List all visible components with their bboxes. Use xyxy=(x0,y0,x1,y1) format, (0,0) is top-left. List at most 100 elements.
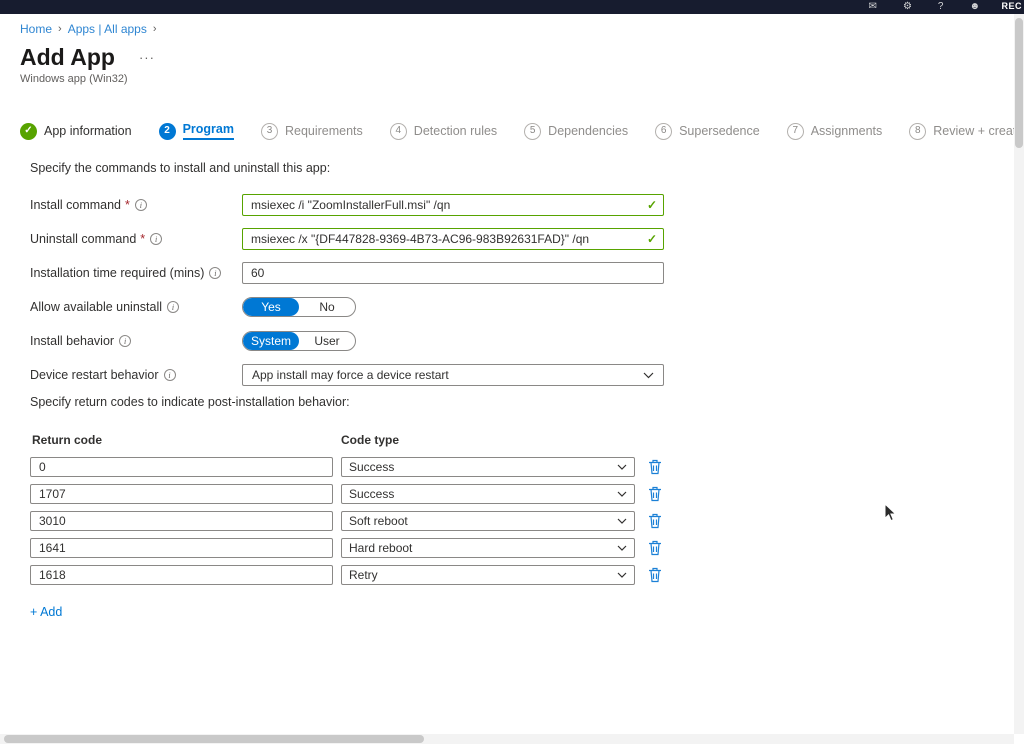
return-code-input[interactable] xyxy=(30,484,333,504)
trash-icon xyxy=(648,567,662,583)
trash-icon xyxy=(648,486,662,502)
chevron-down-icon xyxy=(617,572,627,578)
vertical-scrollbar[interactable] xyxy=(1014,14,1024,734)
breadcrumb-separator: › xyxy=(153,23,157,35)
return-code-input[interactable] xyxy=(30,538,333,558)
info-icon[interactable]: i xyxy=(119,335,131,347)
uninstall-command-label: Uninstall command * i xyxy=(30,232,242,246)
info-icon[interactable]: i xyxy=(135,199,147,211)
info-icon[interactable]: i xyxy=(209,267,221,279)
restart-behavior-label: Device restart behavior i xyxy=(30,368,242,382)
return-code-input[interactable] xyxy=(30,457,333,477)
field-label-text: Allow available uninstall xyxy=(30,300,162,314)
account-icon[interactable]: ☻ xyxy=(969,1,980,12)
code-type-dropdown[interactable]: Success xyxy=(341,457,635,477)
return-code-row: Success xyxy=(30,484,710,504)
dropdown-value: Hard reboot xyxy=(349,541,412,555)
uninstall-command-input[interactable] xyxy=(242,228,664,250)
step-label: Detection rules xyxy=(414,124,497,138)
delete-row-button[interactable] xyxy=(648,567,662,583)
tab-assignments[interactable]: 7 Assignments xyxy=(787,123,883,140)
install-behavior-toggle: System User xyxy=(242,331,356,351)
dropdown-value: Retry xyxy=(349,568,378,582)
dropdown-value: Success xyxy=(349,487,394,501)
field-label-text: Device restart behavior xyxy=(30,368,159,382)
return-code-row: Success xyxy=(30,457,710,477)
code-type-dropdown[interactable]: Retry xyxy=(341,565,635,585)
tab-program[interactable]: 2 Program xyxy=(159,122,234,140)
delete-row-button[interactable] xyxy=(648,513,662,529)
dropdown-value: App install may force a device restart xyxy=(252,368,449,382)
chevron-down-icon xyxy=(617,518,627,524)
valid-check-icon: ✓ xyxy=(647,198,657,212)
return-code-input[interactable] xyxy=(30,511,333,531)
chevron-down-icon xyxy=(617,491,627,497)
return-code-input[interactable] xyxy=(30,565,333,585)
step-number: 7 xyxy=(787,123,804,140)
toggle-option-yes[interactable]: Yes xyxy=(243,298,299,316)
horizontal-scrollbar[interactable] xyxy=(0,734,1014,744)
tab-supersedence[interactable]: 6 Supersedence xyxy=(655,123,760,140)
delete-row-button[interactable] xyxy=(648,540,662,556)
breadcrumb: Home › Apps | All apps › xyxy=(20,22,157,36)
field-label-text: Uninstall command xyxy=(30,232,136,246)
install-time-row: Installation time required (mins) i xyxy=(30,262,710,284)
trash-icon xyxy=(648,540,662,556)
wizard-steps: ✓ App information 2 Program 3 Requiremen… xyxy=(20,122,1023,140)
tab-app-information[interactable]: ✓ App information xyxy=(20,123,132,140)
step-label: Supersedence xyxy=(679,124,760,138)
page-title: Add App xyxy=(20,44,115,71)
valid-check-icon: ✓ xyxy=(647,232,657,246)
install-time-input[interactable] xyxy=(242,262,664,284)
install-behavior-label: Install behavior i xyxy=(30,334,242,348)
toggle-option-system[interactable]: System xyxy=(243,332,299,350)
step-label: Assignments xyxy=(811,124,883,138)
tab-requirements[interactable]: 3 Requirements xyxy=(261,123,363,140)
toggle-option-user[interactable]: User xyxy=(299,332,355,350)
help-icon[interactable]: ? xyxy=(938,1,944,12)
info-icon[interactable]: i xyxy=(167,301,179,313)
tab-dependencies[interactable]: 5 Dependencies xyxy=(524,123,628,140)
chevron-down-icon xyxy=(617,464,627,470)
vertical-scrollbar-thumb[interactable] xyxy=(1015,18,1023,148)
add-app-program-page: ✉ ⚙ ? ☻ REC Home › Apps | All apps › Add… xyxy=(0,0,1024,744)
chevron-down-icon xyxy=(643,372,654,379)
tab-detection-rules[interactable]: 4 Detection rules xyxy=(390,123,497,140)
trash-icon xyxy=(648,459,662,475)
code-type-dropdown[interactable]: Soft reboot xyxy=(341,511,635,531)
delete-row-button[interactable] xyxy=(648,486,662,502)
install-command-row: Install command * i ✓ xyxy=(30,194,710,216)
mouse-cursor xyxy=(884,503,898,528)
breadcrumb-home[interactable]: Home xyxy=(20,22,52,36)
more-menu-button[interactable]: ··· xyxy=(139,50,155,65)
return-code-column-header: Return code xyxy=(32,433,341,447)
return-code-row: Retry xyxy=(30,565,710,585)
field-label-text: Installation time required (mins) xyxy=(30,266,204,280)
info-icon[interactable]: i xyxy=(164,369,176,381)
step-label: Review + create xyxy=(933,124,1023,138)
step-complete-icon: ✓ xyxy=(20,123,37,140)
install-behavior-row: Install behavior i System User xyxy=(30,330,710,352)
horizontal-scrollbar-thumb[interactable] xyxy=(4,735,424,743)
return-codes-intro-text: Specify return codes to indicate post-in… xyxy=(30,395,710,409)
return-code-row: Soft reboot xyxy=(30,511,710,531)
install-command-input[interactable] xyxy=(242,194,664,216)
info-icon[interactable]: i xyxy=(150,233,162,245)
settings-gear-icon[interactable]: ⚙ xyxy=(903,1,912,12)
step-number: 2 xyxy=(159,123,176,140)
dropdown-value: Soft reboot xyxy=(349,514,408,528)
restart-behavior-dropdown[interactable]: App install may force a device restart xyxy=(242,364,664,386)
return-codes-header: Return code Code type xyxy=(32,433,710,447)
dropdown-value: Success xyxy=(349,460,394,474)
notifications-icon[interactable]: ✉ xyxy=(869,1,877,12)
required-asterisk: * xyxy=(125,198,130,212)
add-return-code-link[interactable]: + Add xyxy=(30,605,62,619)
tab-review-create[interactable]: 8 Review + create xyxy=(909,123,1023,140)
delete-row-button[interactable] xyxy=(648,459,662,475)
code-type-dropdown[interactable]: Success xyxy=(341,484,635,504)
toggle-option-no[interactable]: No xyxy=(299,298,355,316)
program-form: Specify the commands to install and unin… xyxy=(30,161,710,398)
required-asterisk: * xyxy=(140,232,145,246)
breadcrumb-apps[interactable]: Apps | All apps xyxy=(68,22,147,36)
code-type-dropdown[interactable]: Hard reboot xyxy=(341,538,635,558)
